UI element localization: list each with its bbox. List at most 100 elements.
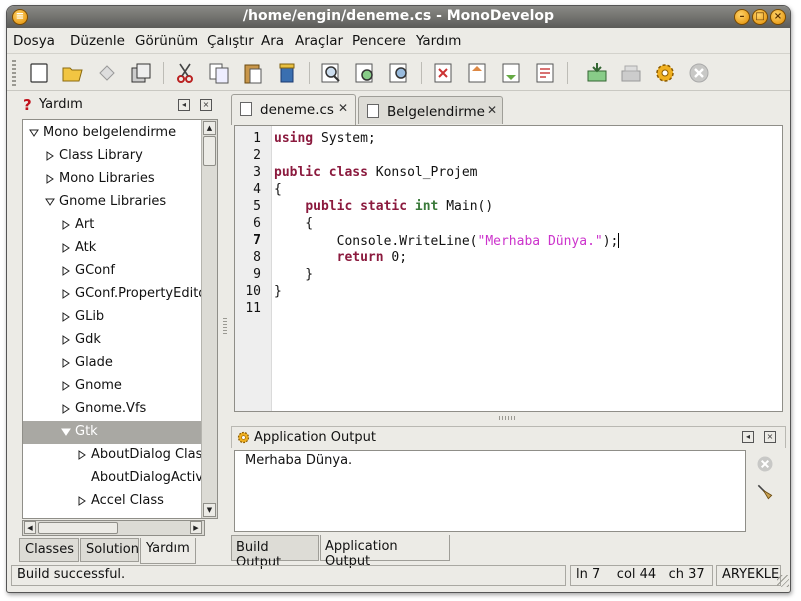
expander-down-icon[interactable]: [61, 427, 71, 437]
tree-item[interactable]: GConf.PropertyEditors: [23, 283, 203, 306]
scroll-right-arrow-icon[interactable]: ▶: [190, 521, 202, 534]
tree-item[interactable]: Mono Libraries: [23, 168, 203, 191]
tree-item[interactable]: Atk: [23, 237, 203, 260]
editor-output-splitter[interactable]: [231, 414, 786, 422]
code-line[interactable]: public static int Main(): [274, 199, 493, 214]
new-file-icon[interactable]: [25, 59, 53, 87]
close-tab-icon[interactable]: ✕: [487, 103, 497, 117]
expander-right-icon[interactable]: [77, 496, 87, 506]
tab-classes[interactable]: Classes: [19, 538, 79, 562]
menu-search[interactable]: Ara: [261, 33, 284, 49]
code-line[interactable]: }: [274, 267, 313, 282]
find-next-icon[interactable]: [351, 59, 379, 87]
pane-dock-icon[interactable]: ◂: [178, 99, 190, 111]
code-line[interactable]: }: [274, 284, 282, 299]
scroll-thumb[interactable]: [38, 522, 118, 534]
tab-deneme-cs[interactable]: deneme.cs ✕: [231, 94, 356, 125]
save-icon[interactable]: [93, 59, 121, 87]
menu-view[interactable]: Görünüm: [135, 33, 198, 49]
expander-right-icon[interactable]: [61, 312, 71, 322]
tree-item[interactable]: Glade: [23, 352, 203, 375]
scroll-left-arrow-icon[interactable]: ◀: [24, 521, 36, 534]
open-folder-icon[interactable]: [59, 59, 87, 87]
tree-item[interactable]: Class Library: [23, 145, 203, 168]
tab-belgelendirme[interactable]: Belgelendirme ✕: [358, 96, 503, 124]
expander-right-icon[interactable]: [61, 404, 71, 414]
code-line[interactable]: {: [274, 216, 313, 231]
tree-item[interactable]: GLib: [23, 306, 203, 329]
menu-file[interactable]: Dosya: [13, 33, 55, 49]
toggle-bookmark-icon[interactable]: [429, 59, 457, 87]
cut-icon[interactable]: [171, 59, 199, 87]
tree-item[interactable]: Mono belgelendirme: [23, 122, 203, 145]
expander-right-icon[interactable]: [77, 450, 87, 460]
menu-run[interactable]: Çalıştır: [207, 33, 254, 49]
rebuild-icon[interactable]: [617, 59, 645, 87]
save-all-icon[interactable]: [127, 59, 155, 87]
clear-output-icon[interactable]: [753, 452, 777, 476]
tree-item[interactable]: Gnome.Vfs: [23, 398, 203, 421]
code-line[interactable]: return 0;: [274, 250, 407, 265]
title-bar[interactable]: ≡ /home/engin/deneme.cs - MonoDevelop – …: [7, 6, 790, 28]
expander-down-icon[interactable]: [29, 128, 39, 138]
pane-close-icon[interactable]: ×: [764, 431, 776, 443]
pane-dock-icon[interactable]: ◂: [742, 431, 754, 443]
code-line[interactable]: Console.WriteLine("Merhaba Dünya.");: [274, 233, 620, 249]
next-bookmark-icon[interactable]: [497, 59, 525, 87]
tree-item[interactable]: GConf: [23, 260, 203, 283]
prev-bookmark-icon[interactable]: [463, 59, 491, 87]
tree-item[interactable]: Gnome: [23, 375, 203, 398]
tab-application-output[interactable]: Application Output: [320, 535, 450, 569]
application-output-text[interactable]: Merhaba Dünya.: [234, 450, 746, 532]
find-icon[interactable]: [317, 59, 345, 87]
scroll-up-arrow-icon[interactable]: ▲: [203, 121, 216, 135]
pane-close-icon[interactable]: ×: [200, 99, 212, 111]
expander-right-icon[interactable]: [61, 335, 71, 345]
delete-bin-icon[interactable]: [273, 59, 301, 87]
tree-item[interactable]: Gdk: [23, 329, 203, 352]
tree-vertical-scrollbar[interactable]: ▲ ▼: [201, 120, 217, 518]
code-line[interactable]: using System;: [274, 131, 376, 146]
minimize-icon[interactable]: –: [734, 9, 750, 25]
broom-icon[interactable]: [753, 480, 777, 504]
build-icon[interactable]: [583, 59, 611, 87]
replace-icon[interactable]: [385, 59, 413, 87]
expander-right-icon[interactable]: [61, 220, 71, 230]
tree-item[interactable]: Accel Class: [23, 490, 203, 513]
maximize-icon[interactable]: □: [752, 9, 768, 25]
expander-right-icon[interactable]: [61, 266, 71, 276]
tab-solution[interactable]: Solution: [80, 538, 139, 562]
expander-down-icon[interactable]: [45, 197, 55, 207]
expander-right-icon[interactable]: [61, 289, 71, 299]
resize-grip[interactable]: [777, 575, 789, 587]
paste-icon[interactable]: [239, 59, 267, 87]
tree-horizontal-scrollbar[interactable]: ◀ ▶: [22, 520, 205, 536]
expander-right-icon[interactable]: [45, 174, 55, 184]
clear-bookmarks-icon[interactable]: [531, 59, 559, 87]
tree-item[interactable]: Gnome Libraries: [23, 191, 203, 214]
code-line[interactable]: {: [274, 182, 282, 197]
menu-tools[interactable]: Araçlar: [295, 33, 343, 49]
menu-edit[interactable]: Düzenle: [70, 33, 125, 49]
scroll-down-arrow-icon[interactable]: ▼: [203, 503, 216, 517]
tab-build-output[interactable]: Build Output: [231, 535, 319, 570]
tree-item[interactable]: Art: [23, 214, 203, 237]
code-editor[interactable]: 1 2 3 4 5 6 7 8 9 10 11 using System; public class …: [234, 125, 783, 412]
pane-splitter[interactable]: [222, 96, 228, 566]
scroll-thumb[interactable]: [203, 136, 216, 166]
copy-icon[interactable]: [205, 59, 233, 87]
stop-icon[interactable]: [685, 59, 713, 87]
tree-item[interactable]: AboutDialogActivateLinkFunc: [23, 467, 203, 490]
tab-help[interactable]: Yardım: [140, 538, 196, 564]
tree-item[interactable]: AboutDialog Class: [23, 444, 203, 467]
run-gear-icon[interactable]: [651, 59, 679, 87]
menu-window[interactable]: Pencere: [352, 33, 406, 49]
toolbar-grip[interactable]: [12, 60, 16, 86]
close-icon[interactable]: ×: [770, 9, 786, 25]
close-tab-icon[interactable]: ✕: [338, 101, 348, 115]
tree-item[interactable]: Gtk: [23, 421, 203, 444]
menu-help[interactable]: Yardım: [416, 33, 461, 49]
expander-right-icon[interactable]: [61, 243, 71, 253]
expander-right-icon[interactable]: [45, 151, 55, 161]
expander-right-icon[interactable]: [61, 358, 71, 368]
